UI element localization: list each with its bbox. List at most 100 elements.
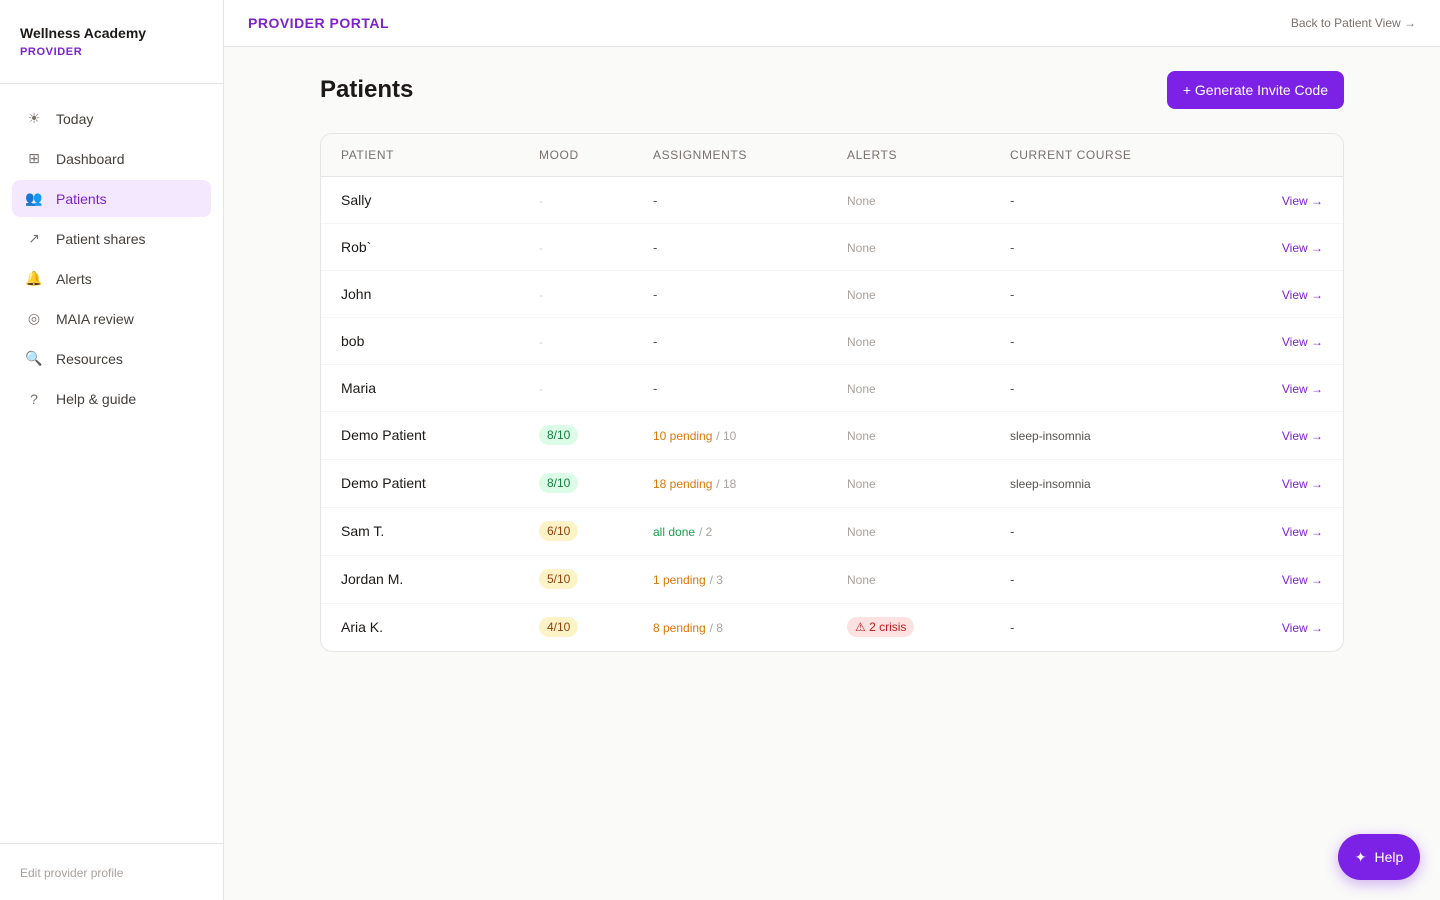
view-patient-link[interactable]: View → [1282,621,1323,635]
crisis-alert-badge[interactable]: ⚠ 2 crisis [847,617,915,638]
view-patient-link[interactable]: View → [1282,241,1323,255]
mood-value: - [539,193,543,208]
generate-invite-code-button[interactable]: + Generate Invite Code [1166,71,1344,109]
view-patient-link[interactable]: View → [1282,525,1323,539]
current-course: - [1010,192,1015,208]
table-row[interactable]: Aria K. 4/10 8 pending / 8 ⚠ 2 crisis - … [321,603,1343,651]
table-header-row: PATIENT MOOD ASSIGNMENTS ALERTS CURRENT … [321,134,1343,177]
sidebar-item-maia-review[interactable]: ◎ MAIA review [12,300,211,337]
bell-icon: 🔔 [25,270,43,286]
column-header-patient[interactable]: PATIENT [321,134,519,177]
table-row[interactable]: Jordan M. 5/10 1 pending / 3 None - View… [321,555,1343,604]
back-to-patient-view-link[interactable]: Back to Patient View → [1291,16,1416,30]
sidebar-nav: ☀ Today ⊞ Dashboard 👥 Patients ↗ Patient… [0,84,223,436]
current-course: sleep-insomnia [1010,429,1091,443]
sidebar-item-label: Today [56,110,94,127]
sidebar-item-label: Alerts [56,270,92,287]
patient-name: bob [321,317,519,365]
assignments-value: - [653,380,658,396]
sidebar-item-help-guide[interactable]: ? Help & guide [12,380,211,417]
sidebar-item-label: Patient shares [56,230,146,247]
assignments-total: / 10 [716,429,737,443]
table-row[interactable]: Demo Patient 8/10 18 pending / 18 None s… [321,459,1343,508]
sidebar-item-resources[interactable]: 🔍 Resources [12,340,211,377]
current-course: - [1010,286,1015,302]
patient-name: Sally [321,176,519,224]
alerts-value: None [847,525,876,539]
assignments-value: - [653,286,658,302]
table-row[interactable]: Maria - - None - View → [321,364,1343,412]
grid-icon: ⊞ [28,150,40,166]
view-patient-link[interactable]: View → [1282,288,1323,302]
column-header-actions [1230,134,1343,177]
sun-icon: ☀ [27,110,41,126]
sidebar-item-alerts[interactable]: 🔔 Alerts [12,260,211,297]
mood-badge: 6/10 [539,521,579,541]
sidebar: Wellness Academy PROVIDER ☀ Today ⊞ Dash… [0,0,224,900]
mood-value: - [539,287,543,302]
patient-name: Maria [321,364,519,412]
current-course: sleep-insomnia [1010,477,1091,491]
edit-provider-profile-link[interactable]: Edit provider profile [0,843,223,900]
alerts-value: None [847,334,876,349]
help-fab-button[interactable]: ✦ Help [1338,834,1420,880]
column-header-current-course[interactable]: CURRENT COURSE [990,134,1230,177]
assignments-pending: 1 pending [653,573,706,587]
assignments-total: / 8 [709,621,723,636]
target-icon: ◎ [27,310,41,326]
table-row[interactable]: Sally - - None - View → [321,176,1343,224]
page-header: Patients + Generate Invite Code [320,71,1344,109]
view-patient-link[interactable]: View → [1282,573,1323,587]
sidebar-item-label: Help & guide [56,390,137,407]
current-course: - [1010,333,1015,349]
sidebar-item-label: Patients [56,190,107,207]
view-patient-link[interactable]: View → [1282,429,1323,443]
sidebar-item-patients[interactable]: 👥 Patients [12,180,211,217]
brand: Wellness Academy PROVIDER [0,0,223,84]
topbar: PROVIDER PORTAL Back to Patient View → [224,0,1440,47]
column-header-mood[interactable]: MOOD [519,134,633,177]
sidebar-item-today[interactable]: ☀ Today [12,100,211,137]
users-icon: 👥 [25,190,43,206]
mood-value: - [539,381,543,396]
sidebar-item-patient-shares[interactable]: ↗ Patient shares [12,220,211,257]
sidebar-item-label: Resources [56,350,123,367]
sidebar-item-dashboard[interactable]: ⊞ Dashboard [12,140,211,177]
table-row[interactable]: John - - None - View → [321,270,1343,318]
current-course: - [1010,524,1015,539]
view-patient-link[interactable]: View → [1282,194,1323,208]
table-row[interactable]: Rob` - - None - View → [321,223,1343,271]
mood-value: - [539,334,543,349]
patient-name: Demo Patient [321,411,519,460]
mood-badge: 4/10 [539,617,579,638]
patient-name: John [321,270,519,318]
table-row[interactable]: Demo Patient 8/10 10 pending / 10 None s… [321,411,1343,460]
assignments-total: / 2 [698,525,713,539]
current-course: - [1010,380,1015,396]
assignments-value: - [653,239,658,255]
view-patient-link[interactable]: View → [1282,335,1323,349]
table-row[interactable]: bob - - None - View → [321,317,1343,365]
table-row[interactable]: Sam T. 6/10 all done / 2 None - View → [321,507,1343,556]
mood-badge: 8/10 [539,425,579,445]
patient-name: Rob` [321,223,519,271]
view-patient-link[interactable]: View → [1282,477,1323,491]
alerts-value: None [847,573,876,587]
patient-name: Aria K. [341,619,384,636]
assignments-total: / 18 [716,477,737,491]
current-course: - [1010,572,1015,587]
column-header-alerts[interactable]: ALERTS [827,134,990,177]
brand-role: PROVIDER [20,46,83,58]
assignments-pending: 8 pending [653,621,706,636]
sidebar-item-label: MAIA review [56,310,134,327]
assignments-total: / 3 [709,573,723,587]
column-header-assignments[interactable]: ASSIGNMENTS [633,134,827,177]
portal-label: PROVIDER PORTAL [248,15,390,31]
mood-badge: 8/10 [539,473,579,493]
view-patient-link[interactable]: View → [1282,382,1323,396]
patient-name: Demo Patient [321,459,519,508]
current-course: - [1010,239,1015,255]
patients-table: PATIENT MOOD ASSIGNMENTS ALERTS CURRENT … [321,134,1343,651]
mood-badge: 5/10 [539,569,579,589]
alerts-value: None [847,429,876,443]
